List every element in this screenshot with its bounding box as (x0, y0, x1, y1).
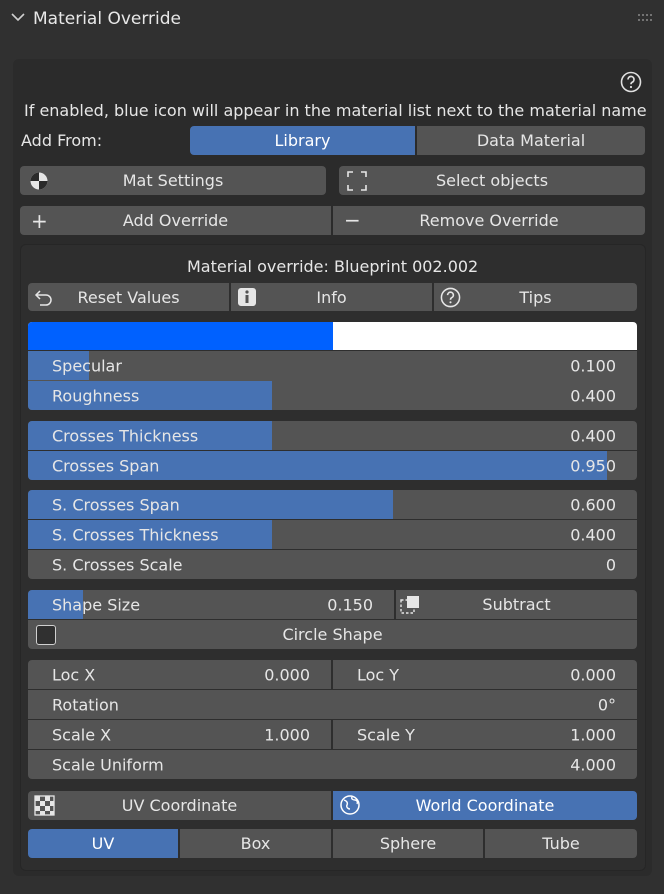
info-icon (238, 288, 256, 306)
color-swatch-primary (28, 322, 333, 350)
loc-y-value: 0.000 (570, 665, 616, 684)
specular-slider[interactable]: Specular 0.100 (28, 351, 637, 380)
uv-coordinate-button[interactable]: UV Coordinate (28, 791, 331, 820)
loc-y-label: Loc Y (357, 665, 400, 684)
select-objects-label: Select objects (435, 171, 549, 190)
s-crosses-scale-label: S. Crosses Scale (52, 555, 183, 574)
circle-shape-label: Circle Shape (282, 625, 383, 644)
circle-shape-checkbox[interactable] (36, 625, 56, 645)
question-circle-icon (440, 287, 461, 308)
reset-values-button[interactable]: Reset Values (28, 283, 229, 311)
color-swatch[interactable] (28, 322, 637, 350)
checker-uv-icon (34, 795, 55, 816)
scale-x-value: 1.000 (264, 725, 310, 744)
add-override-label: Add Override (122, 211, 229, 230)
world-coordinate-button[interactable]: World Coordinate (333, 791, 637, 820)
roughness-slider[interactable]: Roughness 0.400 (28, 381, 637, 410)
minus-icon: − (344, 208, 361, 232)
s-crosses-scale-slider[interactable]: S. Crosses Scale 0 (28, 550, 637, 579)
selection-frame-icon (347, 171, 367, 191)
panel-header[interactable]: Material Override (0, 0, 664, 40)
remove-override-label: Remove Override (419, 211, 559, 230)
s-crosses-thickness-value: 0.400 (570, 525, 616, 544)
s-crosses-span-value: 0.600 (570, 495, 616, 514)
roughness-label: Roughness (52, 386, 140, 405)
material-sphere-icon (30, 172, 48, 190)
shape-size-label: Shape Size (52, 595, 141, 614)
crosses-thickness-label: Crosses Thickness (52, 426, 199, 445)
grip-dots-icon[interactable] (637, 13, 653, 23)
tab-uv-label: UV (91, 834, 115, 853)
plus-icon: + (31, 209, 48, 233)
info-label: Info (316, 287, 347, 307)
tab-tube-label: Tube (542, 834, 580, 853)
circle-shape-toggle[interactable]: Circle Shape (28, 620, 637, 649)
crosses-thickness-slider[interactable]: Crosses Thickness 0.400 (28, 421, 637, 450)
select-objects-button[interactable]: Select objects (339, 166, 645, 195)
scale-uniform-field[interactable]: Scale Uniform 4.000 (28, 750, 637, 779)
mat-settings-button[interactable]: Mat Settings (20, 166, 326, 195)
rotation-field[interactable]: Rotation 0° (28, 690, 637, 719)
roughness-value: 0.400 (570, 386, 616, 405)
loc-x-value: 0.000 (264, 665, 310, 684)
add-override-button[interactable]: + Add Override (20, 206, 331, 235)
undo-icon (34, 290, 52, 306)
uv-coordinate-label: UV Coordinate (121, 796, 238, 815)
tips-button[interactable]: Tips (434, 283, 637, 311)
reset-values-label: Reset Values (77, 287, 180, 307)
scale-uniform-label: Scale Uniform (52, 755, 164, 774)
mat-settings-label: Mat Settings (122, 171, 224, 190)
tab-library-label: Library (274, 131, 331, 150)
scale-y-value: 1.000 (570, 725, 616, 744)
rotation-label: Rotation (52, 695, 119, 714)
panel-title: Material Override (33, 9, 182, 29)
scale-y-field[interactable]: Scale Y 1.000 (333, 720, 637, 749)
tab-sphere[interactable]: Sphere (333, 829, 483, 858)
boolean-subtract-icon (400, 596, 419, 614)
shape-size-slider[interactable]: Shape Size 0.150 (28, 590, 394, 619)
shape-size-value: 0.150 (327, 595, 373, 614)
crosses-span-value: 0.950 (570, 456, 616, 475)
world-coordinate-label: World Coordinate (415, 796, 555, 815)
add-from-label: Add From: (21, 131, 103, 150)
tips-label: Tips (519, 287, 552, 307)
tab-tube[interactable]: Tube (485, 829, 637, 858)
remove-override-button[interactable]: − Remove Override (333, 206, 645, 235)
crosses-span-slider[interactable]: Crosses Span 0.950 (28, 451, 637, 480)
scale-uniform-value: 4.000 (570, 755, 616, 774)
scale-y-label: Scale Y (357, 725, 415, 744)
s-crosses-thickness-slider[interactable]: S. Crosses Thickness 0.400 (28, 520, 637, 549)
tab-data-material[interactable]: Data Material (417, 126, 645, 155)
override-title: Material override: Blueprint 002.002 (187, 257, 479, 276)
scale-x-label: Scale X (52, 725, 112, 744)
s-crosses-scale-value: 0 (605, 555, 616, 574)
rotation-value: 0° (597, 695, 616, 714)
crosses-span-label: Crosses Span (52, 456, 160, 475)
specular-value: 0.100 (570, 356, 616, 375)
info-button[interactable]: Info (231, 283, 432, 311)
subtract-button[interactable]: Subtract (396, 590, 637, 619)
specular-label: Specular (52, 356, 122, 375)
loc-y-field[interactable]: Loc Y 0.000 (333, 660, 637, 689)
world-globe-icon (340, 795, 360, 815)
tab-uv[interactable]: UV (28, 829, 178, 858)
s-crosses-span-slider[interactable]: S. Crosses Span 0.600 (28, 490, 637, 519)
question-circle-icon[interactable] (620, 71, 642, 93)
tab-library[interactable]: Library (190, 126, 415, 155)
tab-data-material-label: Data Material (476, 131, 586, 150)
info-text: If enabled, blue icon will appear in the… (24, 101, 647, 120)
s-crosses-thickness-label: S. Crosses Thickness (52, 525, 219, 544)
chevron-down-icon[interactable] (10, 9, 26, 25)
subtract-label: Subtract (482, 595, 551, 614)
tab-box-label: Box (240, 834, 271, 853)
tab-sphere-label: Sphere (379, 834, 437, 853)
s-crosses-span-label: S. Crosses Span (52, 495, 180, 514)
scale-x-field[interactable]: Scale X 1.000 (28, 720, 331, 749)
crosses-thickness-value: 0.400 (570, 426, 616, 445)
loc-x-label: Loc X (52, 665, 96, 684)
loc-x-field[interactable]: Loc X 0.000 (28, 660, 331, 689)
tab-box[interactable]: Box (180, 829, 331, 858)
